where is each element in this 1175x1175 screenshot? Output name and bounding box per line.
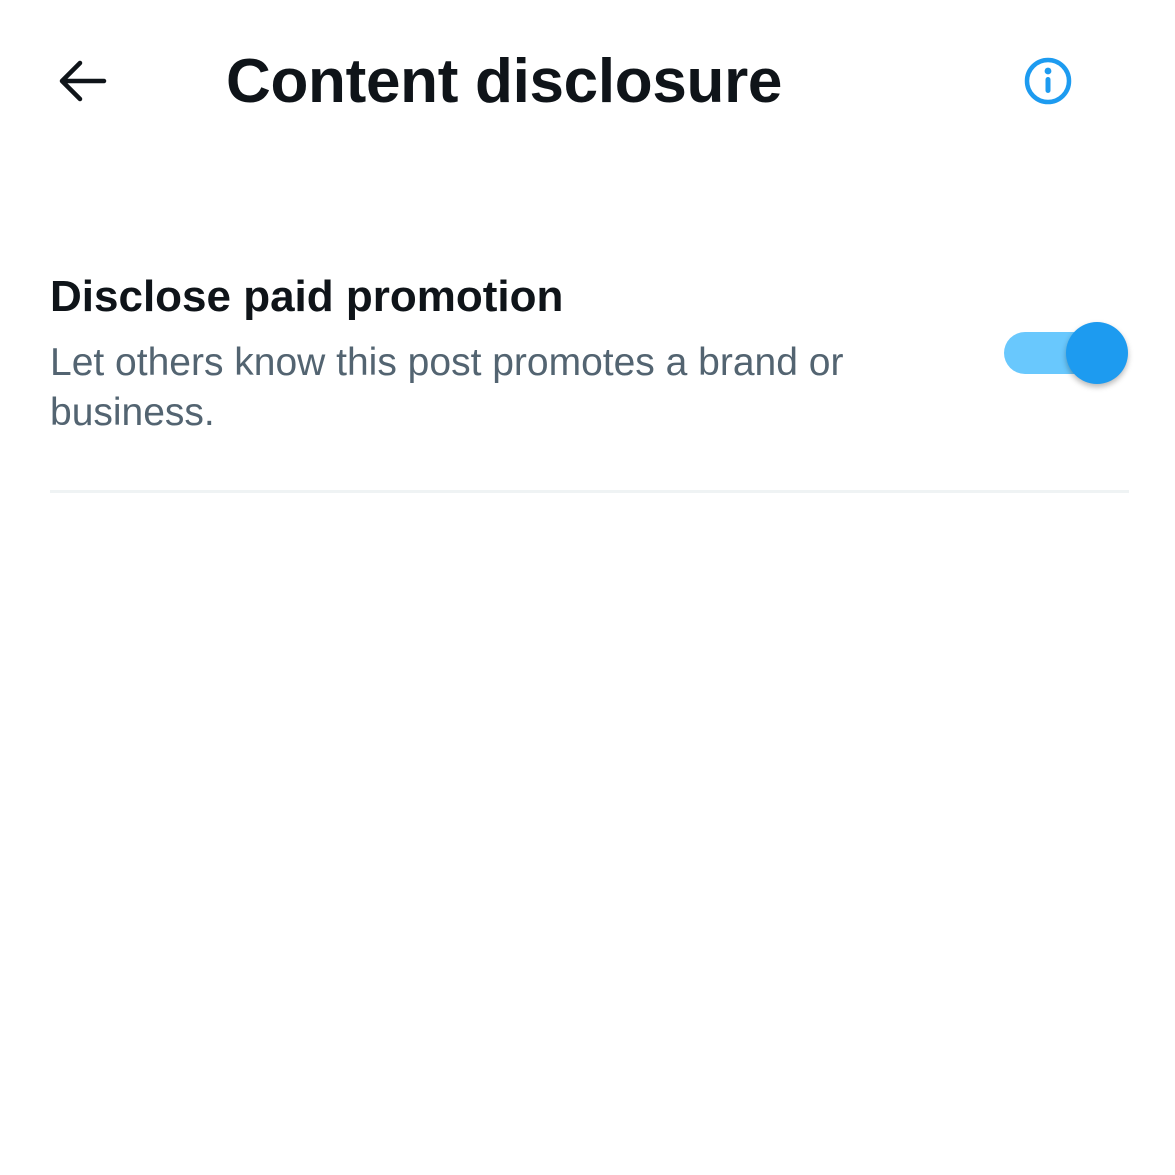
arrow-left-icon [56,59,108,108]
info-circle-icon [1023,56,1073,111]
paid-promotion-toggle[interactable] [1004,320,1130,386]
setting-title: Disclose paid promotion [50,272,564,321]
toggle-thumb [1066,322,1128,384]
disclose-paid-promotion-setting: Disclose paid promotion Let others know … [50,265,1129,493]
setting-description: Let others know this post promotes a bra… [50,341,844,434]
top-bar: Content disclosure [0,0,1175,165]
info-button[interactable] [1010,45,1086,121]
back-button[interactable] [44,45,120,121]
page-title: Content disclosure [226,47,783,116]
